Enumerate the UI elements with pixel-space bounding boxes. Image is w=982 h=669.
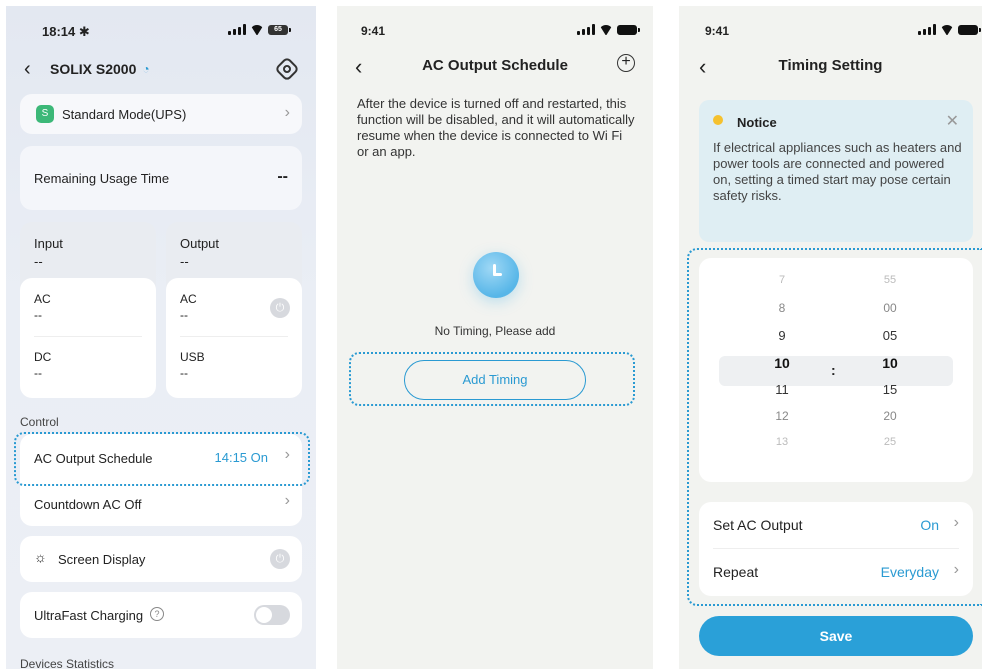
settings-gear-icon[interactable] [274, 56, 300, 82]
ac-output-schedule-screen: 9:41 ‹ AC Output Schedule + After the de… [337, 6, 653, 669]
wifi-icon [940, 25, 954, 35]
cellular-signal-icon [577, 24, 595, 35]
output-usb-label: USB [180, 350, 205, 364]
devices-statistics-label: Devices Statistics [20, 657, 115, 669]
empty-state-text: No Timing, Please add [434, 324, 556, 338]
ultrafast-toggle[interactable] [254, 605, 290, 625]
save-button[interactable]: Save [699, 616, 973, 656]
battery-icon: 65 [268, 24, 291, 35]
input-dc-label: DC [34, 350, 52, 364]
cellular-signal-icon [918, 24, 936, 35]
output-column: Output -- AC -- ⏻ USB -- [166, 222, 302, 398]
sun-icon: ☼ [34, 549, 47, 565]
device-name: SOLIX S2000 [50, 61, 137, 77]
divider [180, 336, 288, 337]
status-time: 9:41 [361, 24, 386, 38]
ac-power-toggle-icon[interactable]: ⏻ [270, 298, 290, 318]
countdown-ac-off-row[interactable]: Countdown AC Off › [20, 480, 302, 526]
input-ac-label: AC [34, 292, 51, 306]
output-ac-label: AC [180, 292, 197, 306]
status-bar: 18:14 ✱ 65 [6, 24, 316, 40]
battery-icon [617, 24, 640, 35]
notice-title: Notice [737, 115, 777, 130]
screen-display-row[interactable]: ☼ Screen Display ⏻ [20, 536, 302, 582]
status-bar: 9:41 [337, 24, 653, 40]
input-detail-card: AC -- DC -- [20, 278, 156, 398]
output-label: Output [180, 236, 220, 251]
output-usb-value: -- [180, 366, 188, 380]
page-title: Timing Setting [778, 57, 883, 74]
ultrafast-charging-label: UltraFast Charging [34, 608, 144, 623]
wifi-icon [599, 25, 613, 35]
countdown-ac-off-label: Countdown AC Off [34, 497, 142, 512]
control-section-label: Control [20, 415, 59, 429]
mode-icon: S [36, 105, 54, 123]
timing-setting-screen: 9:41 ‹ Timing Setting Notice ✕ If electr… [679, 6, 982, 669]
ultrafast-charging-row: UltraFast Charging ? [20, 592, 302, 638]
status-bar: 9:41 [679, 24, 982, 40]
wifi-icon [250, 25, 264, 35]
chevron-right-icon: › [284, 492, 290, 509]
status-time: 18:14 ✱ [42, 24, 90, 39]
close-icon[interactable]: ✕ [946, 111, 959, 131]
screen-display-power-icon[interactable]: ⏻ [270, 549, 290, 569]
highlight-outline [687, 248, 982, 606]
battery-icon [958, 24, 981, 35]
cellular-signal-icon [228, 24, 246, 35]
device-home-screen: 18:14 ✱ 65 ‹ SOLIX S2000 ◔ S Standard Mo… [6, 6, 316, 669]
output-detail-card: AC -- ⏻ USB -- [166, 278, 302, 398]
mode-label: Standard Mode(UPS) [62, 107, 187, 122]
highlight-outline [349, 352, 635, 406]
page-title: AC Output Schedule [422, 57, 568, 74]
remaining-value: -- [277, 168, 288, 185]
chevron-right-icon: › [284, 104, 290, 121]
divider [34, 336, 142, 337]
add-icon[interactable]: + [617, 54, 635, 72]
remaining-label: Remaining Usage Time [34, 171, 170, 186]
output-ac-value: -- [180, 308, 188, 322]
back-icon[interactable]: ‹ [24, 58, 31, 81]
input-value: -- [34, 254, 43, 269]
mode-card[interactable]: S Standard Mode(UPS) › [20, 94, 302, 134]
input-ac-value: -- [34, 308, 42, 322]
lightbulb-icon [713, 115, 723, 125]
output-value: -- [180, 254, 189, 269]
notice-card: Notice ✕ If electrical appliances such a… [699, 100, 973, 242]
input-column: Input -- AC -- DC -- [20, 222, 156, 398]
notice-body: If electrical appliances such as heaters… [713, 140, 962, 203]
screen-display-label: Screen Display [58, 552, 146, 567]
help-icon[interactable]: ? [150, 607, 164, 621]
remaining-usage-card: Remaining Usage Time -- [20, 146, 302, 210]
wifi-connected-icon: ◔ [142, 62, 150, 76]
highlight-outline [14, 432, 310, 486]
input-label: Input [34, 236, 63, 251]
clock-icon [473, 252, 519, 298]
input-dc-value: -- [34, 366, 42, 380]
schedule-description: After the device is turned off and resta… [357, 96, 635, 159]
status-time: 9:41 [705, 24, 730, 38]
